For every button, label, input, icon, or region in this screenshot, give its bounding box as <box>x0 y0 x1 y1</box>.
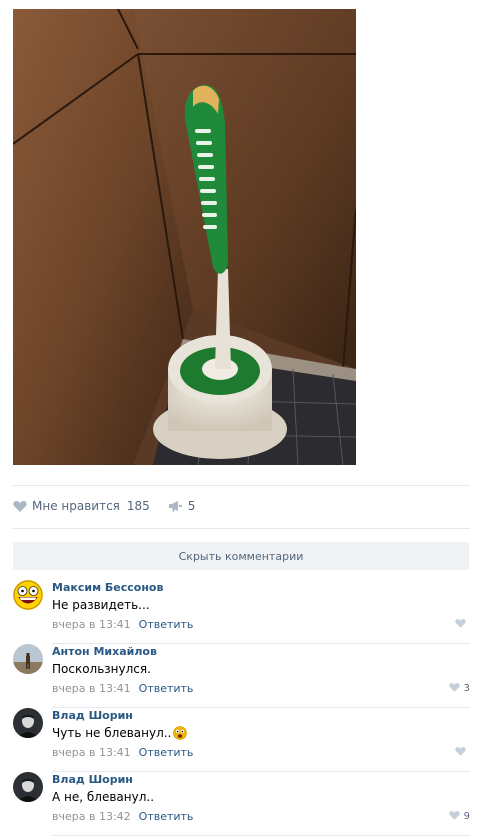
comment-like-button[interactable]: 3 <box>448 682 470 695</box>
avatar[interactable] <box>13 580 43 610</box>
comment-like-button[interactable] <box>455 746 470 759</box>
comment-time[interactable]: вчера в 13:41 <box>52 618 131 631</box>
comment-item: Максим Бессонов Не развидеть... вчера в … <box>13 580 470 644</box>
share-count: 5 <box>187 499 196 513</box>
avatar[interactable] <box>13 644 43 674</box>
comment-meta: вчера в 13:41 Ответить <box>52 746 193 759</box>
comment-text: А не, блеванул.. <box>52 790 154 804</box>
comment-time[interactable]: вчера в 13:42 <box>52 810 131 823</box>
comment-text-content: А не, блеванул.. <box>52 790 155 804</box>
comment-text: Поскользнулся. <box>52 662 151 676</box>
comment-author[interactable]: Максим Бессонов <box>52 581 163 594</box>
comment-item: Влад Шорин А не, блеванул.. вчера в 13:4… <box>13 772 470 836</box>
comment-like-count: 3 <box>463 683 470 694</box>
comment-author[interactable]: Антон Михайлов <box>52 645 157 658</box>
comment-text-content: Не развидеть... <box>52 598 150 612</box>
post-photo[interactable] <box>13 9 356 465</box>
reply-button[interactable]: Ответить <box>139 810 194 823</box>
scared-face-icon <box>173 726 188 740</box>
comment-time[interactable]: вчера в 13:41 <box>52 682 131 695</box>
comment-text-content: Поскользнулся. <box>52 662 151 676</box>
reply-button[interactable]: Ответить <box>139 746 194 759</box>
hide-comments-button[interactable]: Скрыть комментарии <box>13 542 469 570</box>
comment-text: Не развидеть... <box>52 598 150 612</box>
comment-author[interactable]: Влад Шорин <box>52 709 133 722</box>
reply-button[interactable]: Ответить <box>139 682 194 695</box>
comment-meta: вчера в 13:42 Ответить <box>52 810 193 823</box>
like-button[interactable]: Мне нравится 185 <box>13 499 150 513</box>
heart-icon <box>448 682 460 695</box>
post-divider-bottom <box>13 528 470 529</box>
heart-icon <box>455 618 466 631</box>
reply-button[interactable]: Ответить <box>139 618 194 631</box>
heart-icon <box>448 810 460 823</box>
comment-like-button[interactable] <box>455 618 470 631</box>
comment-like-count: 9 <box>463 811 470 822</box>
post-actions: Мне нравится 185 5 <box>13 498 195 514</box>
comment-text: Чуть не блеванул.. <box>52 726 188 740</box>
photo-image <box>13 9 356 465</box>
like-count: 185 <box>126 499 150 513</box>
comment-time[interactable]: вчера в 13:41 <box>52 746 131 759</box>
avatar[interactable] <box>13 772 43 802</box>
comment-meta: вчера в 13:41 Ответить <box>52 618 193 631</box>
post-divider-top <box>13 485 470 486</box>
comment-author[interactable]: Влад Шорин <box>52 773 133 786</box>
share-button[interactable]: 5 <box>168 499 196 513</box>
like-label: Мне нравится <box>32 499 120 513</box>
megaphone-icon <box>168 500 183 512</box>
comment-item: Антон Михайлов Поскользнулся. вчера в 13… <box>13 644 470 708</box>
comment-meta: вчера в 13:41 Ответить <box>52 682 193 695</box>
heart-icon <box>455 746 466 759</box>
comment-text-content: Чуть не блеванул.. <box>52 726 172 740</box>
heart-icon <box>13 500 27 512</box>
comment-item: Влад Шорин Чуть не блеванул.. вчера в 13… <box>13 708 470 772</box>
avatar[interactable] <box>13 708 43 738</box>
comment-like-button[interactable]: 9 <box>448 810 470 823</box>
